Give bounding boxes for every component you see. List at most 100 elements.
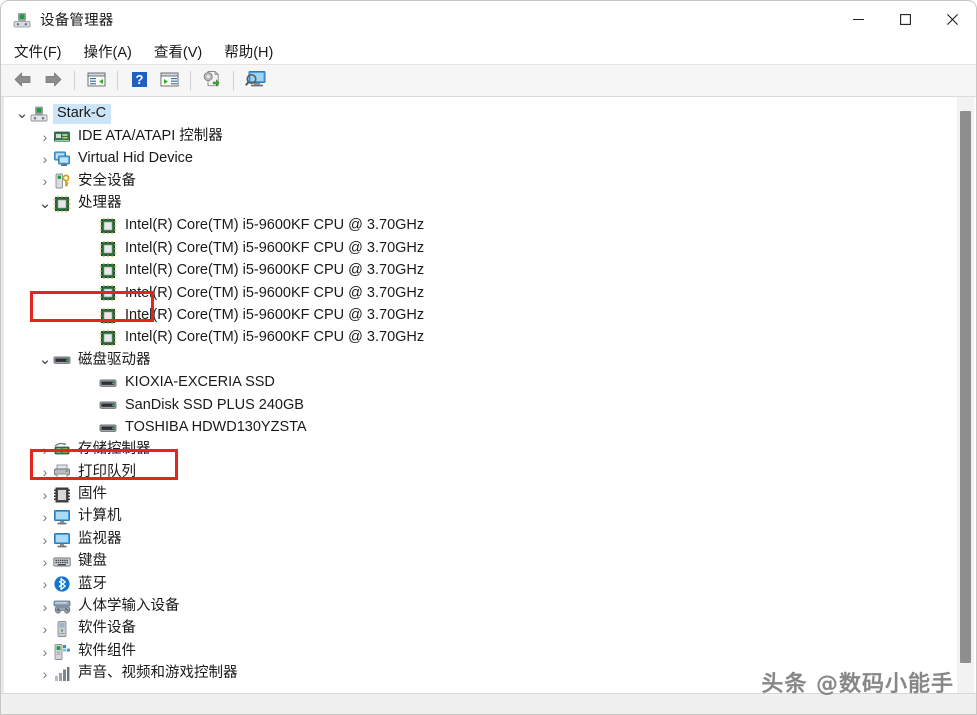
update-driver-icon: [202, 70, 222, 91]
tree-item-software-components[interactable]: ›软件组件: [4, 640, 940, 662]
chevron-right-icon[interactable]: ›: [37, 600, 53, 614]
tree-item-processor-3[interactable]: Intel(R) Core(TM) i5-9600KF CPU @ 3.70GH…: [4, 260, 940, 282]
tree-item-label: Intel(R) Core(TM) i5-9600KF CPU @ 3.70GH…: [125, 241, 424, 257]
tree-item-label: 人体学输入设备: [78, 599, 180, 615]
tree-item-processor-5[interactable]: Intel(R) Core(TM) i5-9600KF CPU @ 3.70GH…: [4, 305, 940, 327]
tree-item-processors[interactable]: ⌄处理器: [4, 193, 940, 215]
tree-item-software-devices[interactable]: ›软件设备: [4, 618, 940, 640]
tree-item-disk-sandisk[interactable]: SanDisk SSD PLUS 240GB: [4, 394, 940, 416]
tree-item-label: IDE ATA/ATAPI 控制器: [78, 129, 223, 145]
cpu-chip-icon: [99, 217, 117, 235]
cpu-chip-icon: [99, 284, 117, 302]
menu-help[interactable]: 帮助(H): [224, 41, 273, 62]
update-driver-button[interactable]: [198, 68, 226, 93]
tree-item-bluetooth[interactable]: › 蓝牙: [4, 573, 940, 595]
sound-video-icon: [53, 665, 71, 683]
tree-spacer: [83, 332, 99, 344]
tree-item-disk-drives[interactable]: ⌄磁盘驱动器: [4, 349, 940, 371]
chevron-right-icon[interactable]: ›: [37, 555, 53, 569]
printer-icon: [53, 463, 71, 481]
tree-item-processor-1[interactable]: Intel(R) Core(TM) i5-9600KF CPU @ 3.70GH…: [4, 215, 940, 237]
show-hide-console-tree-button[interactable]: [82, 68, 110, 93]
minimize-button[interactable]: [835, 1, 882, 38]
tree-item-label: Intel(R) Core(TM) i5-9600KF CPU @ 3.70GH…: [125, 286, 424, 302]
chevron-right-icon[interactable]: ›: [37, 465, 53, 479]
cpu-chip-icon: [99, 307, 117, 325]
chevron-right-icon[interactable]: ›: [37, 443, 53, 457]
device-tree[interactable]: ⌄Stark-C › IDE ATA/ATAPI 控制器 ›Virtual Hid D…: [4, 103, 940, 685]
chevron-down-icon[interactable]: ⌄: [14, 111, 30, 117]
device-manager-icon: [13, 11, 31, 29]
tree-item-label: TOSHIBA HDWD130YZSTA: [125, 420, 307, 436]
menu-action[interactable]: 操作(A): [84, 41, 132, 62]
chevron-right-icon[interactable]: ›: [37, 510, 53, 524]
tree-item-disk-kioxia[interactable]: KIOXIA-EXCERIA SSD: [4, 372, 940, 394]
chevron-right-icon[interactable]: ›: [37, 622, 53, 636]
scan-hardware-icon: [245, 70, 266, 91]
keyboard-icon: [53, 553, 71, 571]
toolbar: ?: [1, 64, 976, 97]
device-manager-window: 设备管理器 文件(F) 操作(A) 查看(V: [0, 0, 977, 715]
tree-item-ide-ata-atapi[interactable]: › IDE ATA/ATAPI 控制器: [4, 125, 940, 147]
properties-button[interactable]: [155, 68, 183, 93]
close-button[interactable]: [929, 1, 976, 38]
tree-spacer: [83, 377, 99, 389]
chevron-down-icon[interactable]: ⌄: [37, 357, 53, 363]
tree-item-print-queues[interactable]: ›打印队列: [4, 461, 940, 483]
virtual-hid-icon: [53, 150, 71, 168]
chevron-right-icon[interactable]: ›: [37, 152, 53, 166]
back-button[interactable]: [9, 68, 37, 93]
tree-spacer: [83, 310, 99, 322]
tree-spacer: [83, 287, 99, 299]
forward-arrow-icon: [43, 71, 63, 91]
tree-item-label: KIOXIA-EXCERIA SSD: [125, 375, 275, 391]
tree-spacer: [83, 220, 99, 232]
chevron-right-icon[interactable]: ›: [37, 174, 53, 188]
forward-button[interactable]: [39, 68, 67, 93]
chevron-right-icon[interactable]: ›: [37, 645, 53, 659]
toolbar-separator-1: [74, 71, 75, 90]
tree-item-processor-4[interactable]: Intel(R) Core(TM) i5-9600KF CPU @ 3.70GH…: [4, 282, 940, 304]
tree-spacer: [83, 265, 99, 277]
security-device-icon: [53, 172, 71, 190]
maximize-button[interactable]: [882, 1, 929, 38]
chevron-right-icon[interactable]: ›: [37, 130, 53, 144]
vertical-scrollbar[interactable]: [957, 97, 974, 693]
tree-item-security-devices[interactable]: ›安全设备: [4, 170, 940, 192]
tree-item-processor-2[interactable]: Intel(R) Core(TM) i5-9600KF CPU @ 3.70GH…: [4, 237, 940, 259]
tree-item-keyboards[interactable]: ›键盘: [4, 551, 940, 573]
toolbar-separator-3: [190, 71, 191, 90]
question-mark-icon: ?: [131, 71, 148, 91]
tree-item-storage-controllers[interactable]: › 存储控制器: [4, 439, 940, 461]
tree-item-stark-c[interactable]: ⌄Stark-C: [4, 103, 940, 125]
chevron-right-icon[interactable]: ›: [37, 488, 53, 502]
computer-node-icon: [30, 105, 48, 123]
toolbar-separator-2: [117, 71, 118, 90]
software-component-icon: [53, 643, 71, 661]
tree-item-label: 存储控制器: [78, 442, 151, 458]
tree-item-virtual-hid-device[interactable]: ›Virtual Hid Device: [4, 148, 940, 170]
tree-item-label: SanDisk SSD PLUS 240GB: [125, 398, 304, 414]
tree-item-disk-toshiba[interactable]: TOSHIBA HDWD130YZSTA: [4, 416, 940, 438]
chevron-right-icon[interactable]: ›: [37, 533, 53, 547]
chevron-right-icon[interactable]: ›: [37, 667, 53, 681]
window-controls: [835, 1, 976, 38]
menu-view[interactable]: 查看(V): [154, 41, 202, 62]
tree-item-firmware[interactable]: ›固件: [4, 484, 940, 506]
tree-item-hid[interactable]: › 人体学输入设备: [4, 596, 940, 618]
firmware-chip-icon: [53, 486, 71, 504]
scrollbar-thumb[interactable]: [960, 111, 971, 663]
toolbar-separator-4: [233, 71, 234, 90]
tree-item-processor-6[interactable]: Intel(R) Core(TM) i5-9600KF CPU @ 3.70GH…: [4, 327, 940, 349]
disk-drive-icon: [53, 351, 71, 369]
tree-item-computer[interactable]: ›计算机: [4, 506, 940, 528]
bluetooth-icon: [53, 575, 71, 593]
chevron-down-icon[interactable]: ⌄: [37, 201, 53, 207]
menu-file[interactable]: 文件(F): [14, 41, 62, 62]
chevron-right-icon[interactable]: ›: [37, 577, 53, 591]
scan-hardware-changes-button[interactable]: [241, 68, 269, 93]
tree-item-monitors[interactable]: ›监视器: [4, 528, 940, 550]
content-area: ⌄Stark-C › IDE ATA/ATAPI 控制器 ›Virtual Hid D…: [1, 97, 976, 693]
tree-item-label: 蓝牙: [78, 577, 107, 593]
help-button[interactable]: ?: [125, 68, 153, 93]
